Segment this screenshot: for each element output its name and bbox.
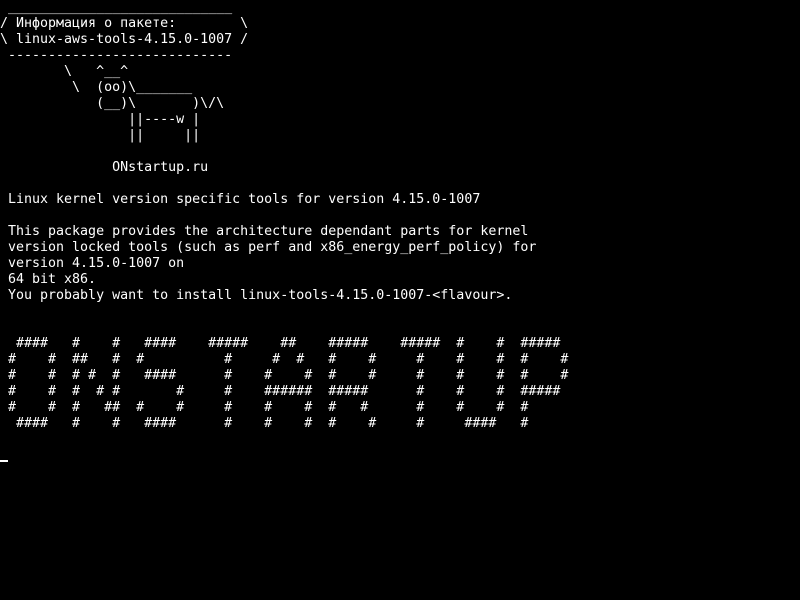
- cowsay-bubble-line-2: \ linux-aws-tools-4.15.0-1007 /: [0, 32, 249, 47]
- banner-art-line-4: # # # # # # # ###### ##### # # # #####: [0, 384, 561, 399]
- cowsay-bubble-line-1: / Информация о пакете: \: [0, 16, 249, 31]
- cow-art-line-1: \ ^__^: [0, 64, 129, 79]
- site-name-text: ONstartup.ru: [0, 160, 209, 175]
- banner-art-line-3: # # # # # #### # # # # # # # # # #: [0, 368, 569, 383]
- text-cursor: [0, 460, 8, 462]
- package-description-line: version 4.15.0-1007 on: [0, 256, 185, 271]
- banner-art-line-5: # # # ## # # # # # # # # # # #: [0, 400, 529, 415]
- cowsay-bubble-bottom: ----------------------------: [0, 48, 233, 63]
- package-description-line: You probably want to install linux-tools…: [0, 288, 513, 303]
- banner-art-line-6: #### # # #### # # # # # # #### #: [0, 416, 529, 431]
- cowsay-bubble-top: ____________________________: [0, 0, 233, 15]
- package-description-line: version locked tools (such as perf and x…: [0, 240, 537, 255]
- cow-art-line-2: \ (oo)\_______: [0, 80, 193, 95]
- banner-art-line-2: # # ## # # # # # # # # # # # #: [0, 352, 569, 367]
- cow-art-line-5: || ||: [0, 128, 201, 143]
- cow-art-line-3: (__)\ )\/\: [0, 96, 225, 111]
- package-description-line: 64 bit x86.: [0, 272, 97, 287]
- package-summary-text: Linux kernel version specific tools for …: [0, 192, 481, 207]
- cow-art-line-4: ||----w |: [0, 112, 201, 127]
- terminal-screen[interactable]: ____________________________ / Информаци…: [0, 0, 800, 600]
- package-description-line: This package provides the architecture d…: [0, 224, 529, 239]
- banner-art-line-1: #### # # #### ##### ## ##### ##### # # #…: [0, 336, 561, 351]
